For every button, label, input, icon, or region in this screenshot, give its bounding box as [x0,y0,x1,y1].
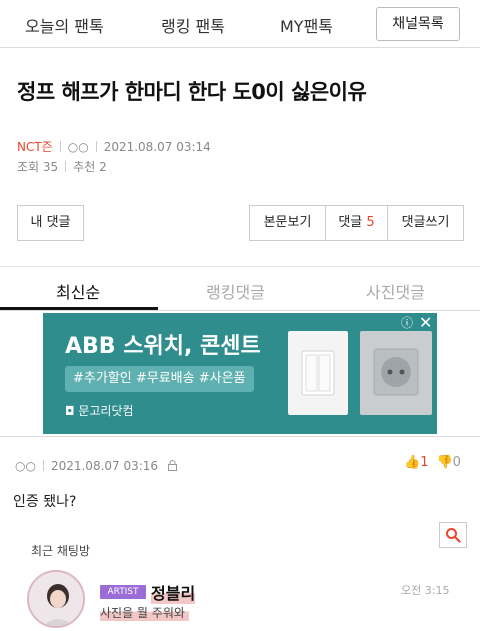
tabs-divider [0,310,480,311]
tab-ranking-comments[interactable]: 랭킹댓글 [206,279,265,303]
view-body-button[interactable]: 본문보기 [249,205,326,241]
chat-time: 오전 3:15 [401,584,450,597]
brand-logo-icon: ◘ [65,404,75,418]
lock-icon [167,460,177,474]
comments-button[interactable]: 댓글 5 [325,205,388,241]
nav-my-fantalk[interactable]: MY팬톡 [280,13,333,37]
view-count: 조회 35 [17,160,59,174]
chat-message: 사진을 뭘 주워와 [100,604,189,621]
comment-datetime: 2021.08.07 03:16 [50,459,159,473]
dislike-count: 0 [452,455,461,470]
divider [59,141,61,152]
thumbs-down-icon: 👎 [436,455,453,470]
post-author[interactable]: NCT즌 [17,140,53,154]
recommend-count: 추천 2 [73,160,107,174]
tab-photo-comments[interactable]: 사진댓글 [366,279,425,303]
comment-tabs: 최신순 랭킹댓글 사진댓글 [0,267,480,311]
comment-actions: 👍1 👎0 [404,455,461,470]
dislike-button[interactable]: 👎0 [436,455,460,470]
comment-divider [0,436,480,437]
nav-today-fantalk[interactable]: 오늘의 팬톡 [25,13,104,37]
comments-label: 댓글 [338,215,363,230]
post-meta: NCT즌 ○○ 2021.08.07 03:14 [17,138,211,155]
outlet-product-image [360,331,432,415]
author-mark: ○○ [67,140,89,154]
artist-photo [29,572,83,626]
comment-author-mark: ○○ [15,459,36,473]
nav-ranking-fantalk[interactable]: 랭킹 팬톡 [161,13,225,37]
avatar[interactable] [27,570,85,628]
thumbs-up-icon: 👍 [404,455,421,470]
like-count: 1 [420,455,429,470]
ad-brand-name: 문고리닷컴 [78,404,134,418]
comments-count: 5 [366,215,375,230]
comment-body: 인증 됐나? [13,494,77,510]
tab-latest[interactable]: 최신순 [56,279,100,303]
top-navigation: 오늘의 팬톡 랭킹 팬톡 MY팬톡 채널목록 [0,0,480,48]
ad-info-icon[interactable]: ⓘ [401,314,413,331]
my-comments-button[interactable]: 내 댓글 [17,205,84,241]
ad-tags: #추가할인 #무료배송 #사은품 [65,366,254,392]
divider [95,141,97,152]
post-title: 정프 해프가 한마디 한다 도0이 싫은이유 [17,80,367,104]
write-comment-button[interactable]: 댓글쓰기 [387,205,464,241]
post-stats: 조회 35 추천 2 [17,158,107,175]
ad-title: ABB 스위치, 콘센트 [65,334,261,359]
advertisement-banner[interactable]: ABB 스위치, 콘센트 #추가할인 #무료배송 #사은품 ◘ 문고리닷컴 ⓘ … [43,313,437,434]
ad-close-icon[interactable]: ✕ [419,313,432,332]
ad-brand: ◘ 문고리닷컴 [65,402,134,419]
like-button[interactable]: 👍1 [404,455,428,470]
divider [65,161,67,172]
artist-name[interactable]: 정블리 [151,580,196,604]
light-switch-icon [301,350,335,396]
recent-chat-title: 최근 채팅방 [31,544,91,558]
post-datetime: 2021.08.07 03:14 [103,140,211,154]
comment-meta: ○○ 2021.08.07 03:16 [15,459,177,474]
artist-badge: ARTIST [100,585,146,599]
chat-search-button[interactable] [439,522,467,548]
power-outlet-icon [373,348,419,396]
search-icon [446,528,461,543]
channel-list-button[interactable]: 채널목록 [376,7,460,41]
switch-product-image [288,331,348,415]
divider [42,460,44,471]
